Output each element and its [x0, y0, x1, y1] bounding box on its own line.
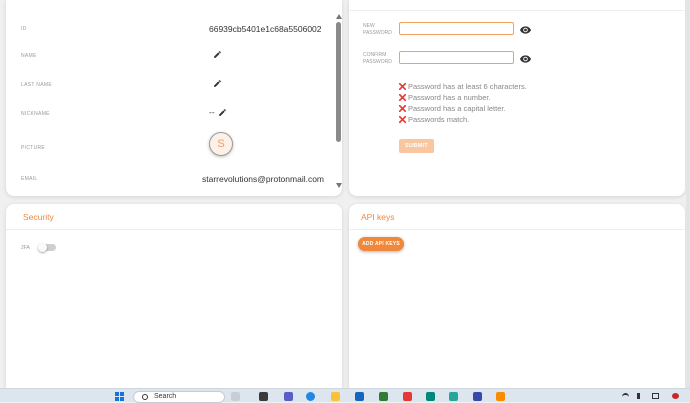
search-icon	[142, 394, 148, 400]
taskbar-app-icon[interactable]	[449, 392, 458, 401]
password-rule-text: Password has a number.	[408, 93, 491, 102]
tfa-toggle[interactable]	[38, 243, 56, 252]
show-confirm-password-eye-icon[interactable]	[520, 55, 531, 63]
rule-fail-x-icon	[399, 94, 406, 101]
email-value: starrevolutions@protonmail.com	[202, 174, 325, 184]
profile-card: ID 66939cb5401e1c68a5506002 NAME LAST NA…	[6, 0, 342, 196]
edit-name-pencil-icon[interactable]	[213, 50, 222, 59]
rule-fail-x-icon	[399, 83, 406, 90]
nickname-value: --	[209, 107, 215, 117]
confirm-password-input[interactable]	[399, 51, 514, 64]
profile-scrollbar[interactable]	[335, 14, 342, 192]
security-card: Security 2FA	[6, 204, 342, 388]
scroll-down-arrow-icon[interactable]	[336, 183, 342, 188]
taskbar-app-icon[interactable]	[306, 392, 315, 401]
wifi-icon[interactable]	[622, 393, 629, 401]
id-label: ID	[21, 26, 27, 32]
confirm-password-label: CONFIRM PASSWORD	[363, 52, 392, 65]
new-password-label: NEW PASSWORD	[363, 23, 392, 36]
change-password-card: NEW PASSWORD CONFIRM PASSWORD Password h…	[349, 0, 685, 196]
password-rule-match: Passwords match.	[399, 115, 469, 124]
tfa-label: 2FA	[21, 245, 30, 251]
profile-row-name: NAME	[6, 49, 336, 69]
profile-row-last-name: LAST NAME	[6, 78, 336, 98]
taskbar-search[interactable]: Search	[133, 391, 225, 403]
rule-fail-x-icon	[399, 105, 406, 112]
last-name-label: LAST NAME	[21, 82, 52, 88]
password-rule-capital: Password has a capital letter.	[399, 104, 506, 113]
battery-icon[interactable]	[652, 393, 659, 399]
taskbar-app-icon[interactable]	[473, 392, 482, 401]
submit-password-button[interactable]: SUBMIT	[399, 139, 434, 153]
password-rule-number: Password has a number.	[399, 93, 491, 102]
show-new-password-eye-icon[interactable]	[520, 26, 531, 34]
nickname-label: NICKNAME	[21, 111, 50, 117]
api-keys-card: API keys ADD API KEYS	[349, 204, 685, 388]
taskbar: Search	[0, 388, 690, 403]
taskbar-app-icon[interactable]	[231, 392, 240, 401]
taskbar-app-icon[interactable]	[259, 392, 268, 401]
profile-row-id: ID 66939cb5401e1c68a5506002	[6, 22, 336, 42]
volume-icon[interactable]	[637, 393, 640, 399]
add-api-keys-button[interactable]: ADD API KEYS	[358, 237, 404, 251]
scroll-up-arrow-icon[interactable]	[336, 14, 342, 19]
taskbar-app-icon[interactable]	[496, 392, 505, 401]
password-rule-text: Passwords match.	[408, 115, 470, 124]
tfa-toggle-knob[interactable]	[38, 243, 47, 252]
card-header-divider	[349, 10, 685, 11]
profile-row-picture: PICTURE S	[6, 132, 336, 161]
window-edge	[686, 0, 690, 388]
taskbar-app-icon[interactable]	[355, 392, 364, 401]
picture-label: PICTURE	[21, 145, 46, 151]
avatar[interactable]: S	[209, 132, 233, 156]
scroll-thumb[interactable]	[336, 22, 341, 142]
rule-fail-x-icon	[399, 116, 406, 123]
taskbar-app-icon[interactable]	[379, 392, 388, 401]
notification-icon[interactable]	[672, 393, 679, 399]
taskbar-app-icon[interactable]	[403, 392, 412, 401]
profile-row-email: EMAIL starrevolutions@protonmail.com	[6, 172, 336, 192]
card-divider	[6, 229, 342, 230]
name-label: NAME	[21, 53, 37, 59]
email-label: EMAIL	[21, 176, 38, 182]
security-title: Security	[23, 212, 54, 222]
taskbar-app-icon[interactable]	[426, 392, 435, 401]
taskbar-app-icon[interactable]	[331, 392, 340, 401]
edit-nickname-pencil-icon[interactable]	[218, 108, 227, 117]
taskbar-search-placeholder: Search	[154, 393, 177, 400]
id-value: 66939cb5401e1c68a5506002	[209, 24, 322, 34]
profile-row-nickname: NICKNAME --	[6, 107, 336, 127]
password-rule-text: Password has a capital letter.	[408, 104, 506, 113]
edit-last-name-pencil-icon[interactable]	[213, 79, 222, 88]
password-rule-length: Password has at least 6 characters.	[399, 82, 527, 91]
taskbar-app-icon[interactable]	[284, 392, 293, 401]
password-rule-text: Password has at least 6 characters.	[408, 82, 527, 91]
new-password-input[interactable]	[399, 22, 514, 35]
card-divider	[349, 229, 685, 230]
api-keys-title: API keys	[361, 212, 395, 222]
